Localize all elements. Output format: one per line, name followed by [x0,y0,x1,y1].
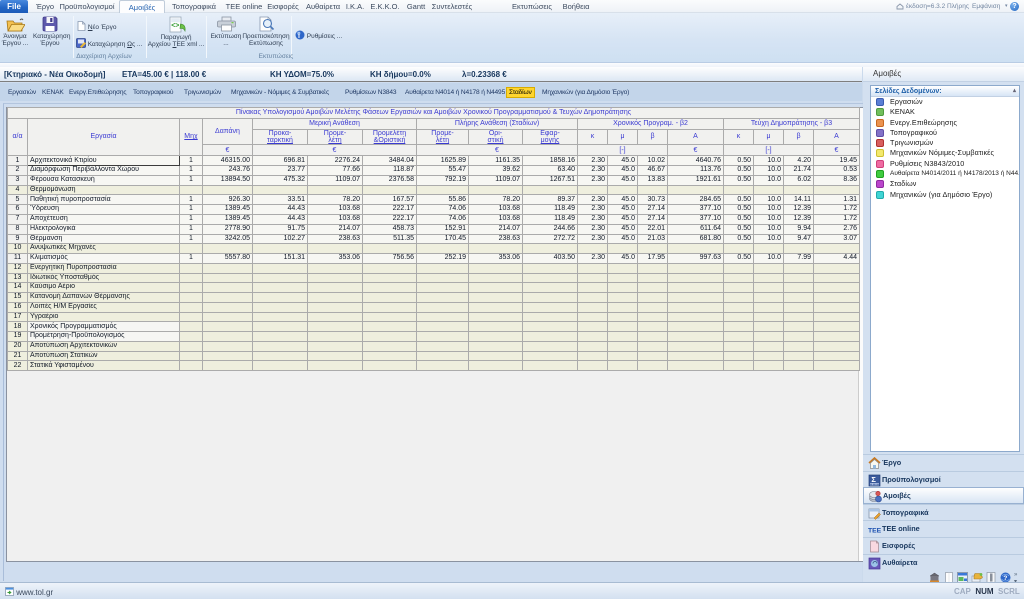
svg-text:Σ: Σ [871,475,876,484]
svg-text:i: i [298,33,300,40]
svg-text:TEE: TEE [868,528,881,535]
svg-text:?: ? [1003,575,1007,582]
svg-text:<>: <> [171,23,179,30]
